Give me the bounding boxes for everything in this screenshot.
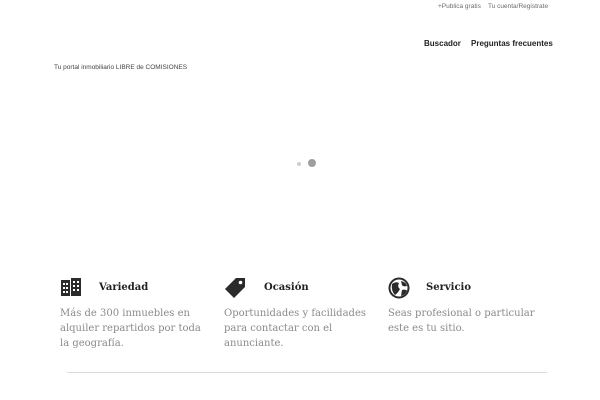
- feature-title: Variedad: [99, 282, 149, 293]
- slider-dot-2-active[interactable]: [308, 159, 316, 167]
- feature-description: Más de 300 inmuebles en alquiler reparti…: [60, 308, 201, 349]
- nav-item-faq[interactable]: Preguntas frecuentes: [471, 39, 553, 48]
- price-tag-icon: [224, 277, 248, 301]
- globe-icon: [388, 277, 412, 301]
- feature-title: Servicio: [426, 282, 472, 293]
- section-divider: [67, 372, 547, 373]
- slider-dot-1[interactable]: [297, 162, 301, 166]
- feature-description: Oportunidades y facilidades para contact…: [224, 308, 366, 349]
- site-tagline: Tu portal inmobiliario LIBRE de COMISION…: [54, 64, 188, 71]
- account-register-link[interactable]: Tu cuenta/Registrate: [488, 3, 548, 10]
- nav-item-search[interactable]: Buscador: [424, 39, 461, 48]
- buildings-icon: [60, 277, 84, 301]
- feature-title: Ocasión: [264, 282, 309, 293]
- publish-free-link[interactable]: +Publica gratis: [438, 3, 481, 10]
- feature-description: Seas profesional o particular este es tu…: [388, 308, 535, 334]
